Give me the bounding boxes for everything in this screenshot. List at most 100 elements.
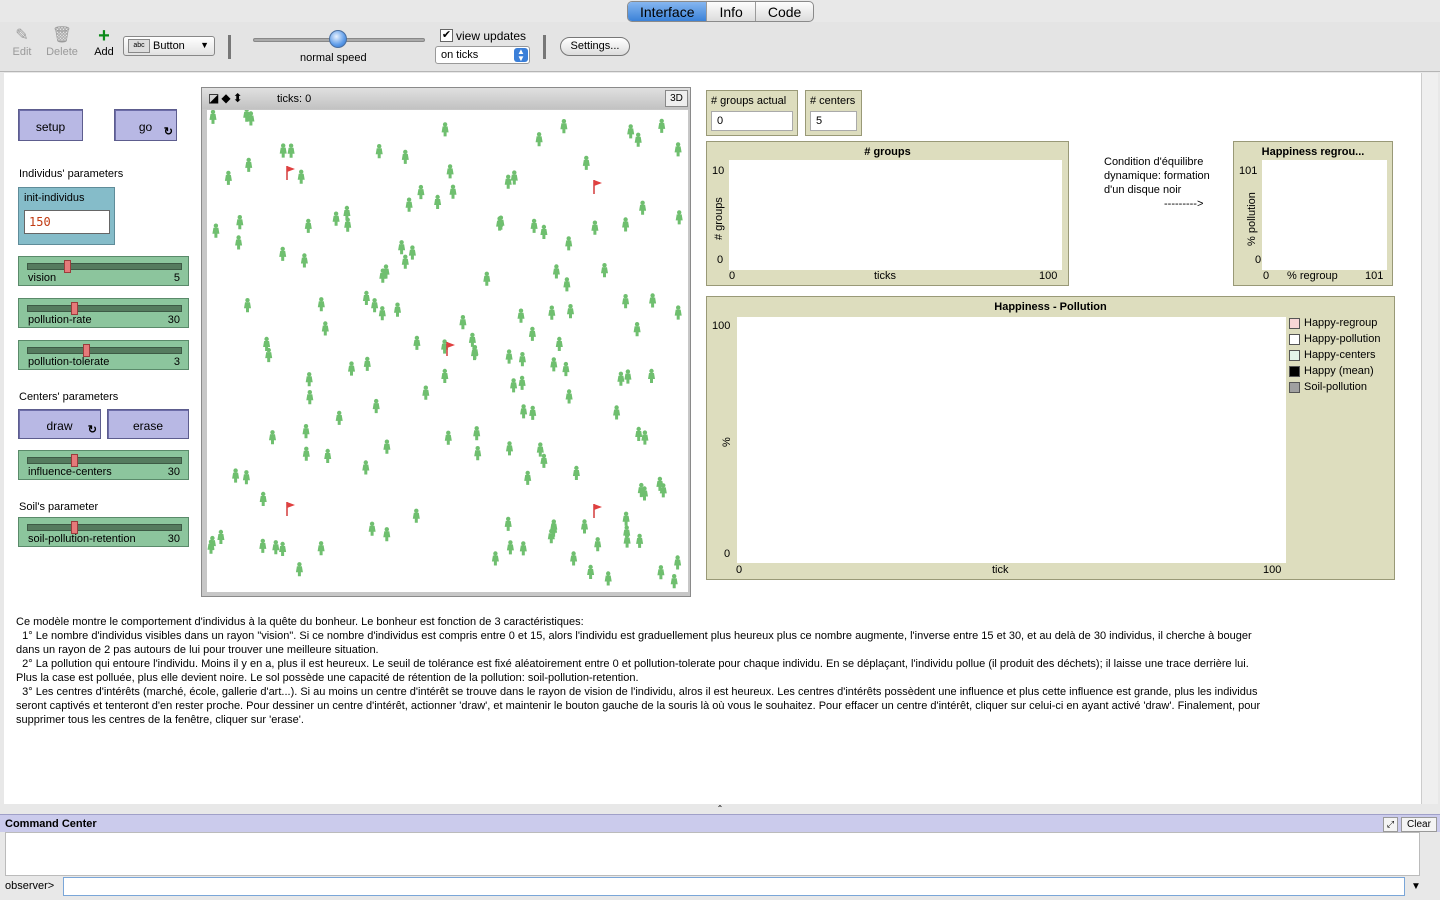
slider-knob[interactable] [64,260,71,273]
legend-item: Happy-centers [1289,347,1380,363]
agent-person-icon [529,405,537,420]
agent-person-icon [297,169,305,184]
slider-value: 30 [167,314,180,326]
pollution-rate-slider[interactable]: pollution-rate 30 [18,298,189,328]
slider-label: pollution-rate [28,314,92,326]
update-mode-select[interactable]: on ticks ▲ ▼ [435,46,530,64]
agent-person-icon [649,293,657,308]
slider-track[interactable] [27,347,182,354]
agent-person-icon [491,551,499,566]
agent-person-icon [519,541,527,556]
plot-area [737,317,1286,563]
monitor-label: # centers [810,95,856,107]
center-flag-icon [446,342,455,356]
agent-person-icon [287,143,295,158]
agent-person-icon [383,527,391,542]
agent-person-icon [560,119,568,134]
world-view: ◪◆⬍ ticks: 0 3D [201,87,691,597]
command-center-title: Command Center [5,818,97,830]
agent-person-icon [563,277,571,292]
edit-button[interactable]: ✎ Edit [2,26,42,58]
setup-button[interactable]: setup [18,109,83,141]
agent-person-icon [378,306,386,321]
update-mode-value: on ticks [441,49,479,61]
plus-icon: + [98,25,110,47]
soil-pollution-retention-slider[interactable]: soil-pollution-retention 30 [18,517,189,547]
slider-track[interactable] [27,524,182,531]
trash-icon: 🗑 [51,27,73,44]
agent-person-icon [279,246,287,261]
add-label: Add [94,46,114,58]
world-canvas[interactable] [207,110,688,592]
agent-person-icon [459,315,467,330]
agent-person-icon [417,184,425,200]
setup-label: setup [35,120,66,134]
agent-person-icon [235,235,243,250]
monitor-value: 5 [810,111,857,131]
tab-interface[interactable]: Interface [628,2,708,21]
plot-legend: Happy-regroup Happy-pollution Happy-cent… [1289,315,1380,395]
x-min-label: 0 [736,564,743,576]
agent-person-icon [332,211,340,226]
agent-person-icon [674,142,682,157]
slider-track[interactable] [27,305,182,312]
y-min-label: 0 [717,254,724,266]
widget-type-select[interactable]: abc Button ▼ [123,36,215,56]
history-dropdown-icon[interactable]: ▼ [1408,877,1424,896]
init-individus-field[interactable]: 150 [24,210,110,234]
view-updates-label: view updates [456,29,527,43]
settings-button[interactable]: Settings... [560,37,630,56]
agent-person-icon [302,446,310,461]
agent-person-icon [401,254,409,269]
legend-swatch [1289,333,1300,345]
legend-label: Soil-pollution [1304,381,1367,393]
agent-person-icon [245,157,253,172]
slider-track[interactable] [27,263,182,270]
plot-title: Happiness regrou... [1261,146,1365,158]
y-axis-label: % pollution [1246,192,1258,246]
x-max-label: 100 [1263,564,1282,576]
go-button[interactable]: go ↻ [114,109,177,141]
influence-centers-slider[interactable]: influence-centers 30 [18,450,189,480]
note-line: dynamique: formation [1104,170,1210,182]
init-individus-input[interactable]: init-individus 150 [18,187,115,245]
view-updates-checkbox[interactable]: ✔ [440,29,453,42]
legend-item: Soil-pollution [1289,379,1380,395]
command-input[interactable] [63,877,1405,896]
agent-person-icon [524,470,532,485]
splitter-handle[interactable]: ⌃ [0,804,1440,814]
agent-person-icon [633,322,641,337]
pollution-tolerate-slider[interactable]: pollution-tolerate 3 [18,340,189,370]
view-controls-icon[interactable]: ◪◆⬍ [208,91,245,105]
popout-icon[interactable]: ⤢ [1383,817,1398,832]
tab-code[interactable]: Code [756,2,813,21]
forever-icon: ↻ [163,126,173,138]
slider-track[interactable] [27,457,182,464]
erase-button[interactable]: erase [107,409,189,439]
agent-person-icon [473,426,481,441]
legend-item: Happy (mean) [1289,363,1380,379]
world-svg [207,110,683,589]
delete-button[interactable]: 🗑 Delete [42,26,82,58]
slider-label: influence-centers [28,466,112,478]
draw-button[interactable]: draw ↻ [18,409,101,439]
vision-slider[interactable]: vision 5 [18,256,189,286]
speed-slider-thumb[interactable] [329,30,347,48]
agent-person-icon [441,368,449,383]
add-button[interactable]: + Add [84,26,124,58]
tab-info[interactable]: Info [707,2,756,21]
monitor-value: 0 [711,111,793,131]
centers-monitor: # centers 5 [805,90,862,136]
agent-person-icon [587,564,595,579]
agent-person-icon [562,361,570,377]
agent-person-icon [405,197,413,212]
section-soil-label: Soil's parameter [19,501,99,513]
clear-button[interactable]: Clear [1401,817,1437,832]
x-axis-label: tick [992,564,1009,576]
observer-prompt[interactable]: observer> [5,880,54,892]
vertical-scrollbar[interactable] [1421,73,1438,804]
groups-actual-monitor: # groups actual 0 [706,90,798,136]
agent-person-icon [363,356,371,371]
agent-person-icon [401,149,409,164]
3d-button[interactable]: 3D [665,90,688,107]
